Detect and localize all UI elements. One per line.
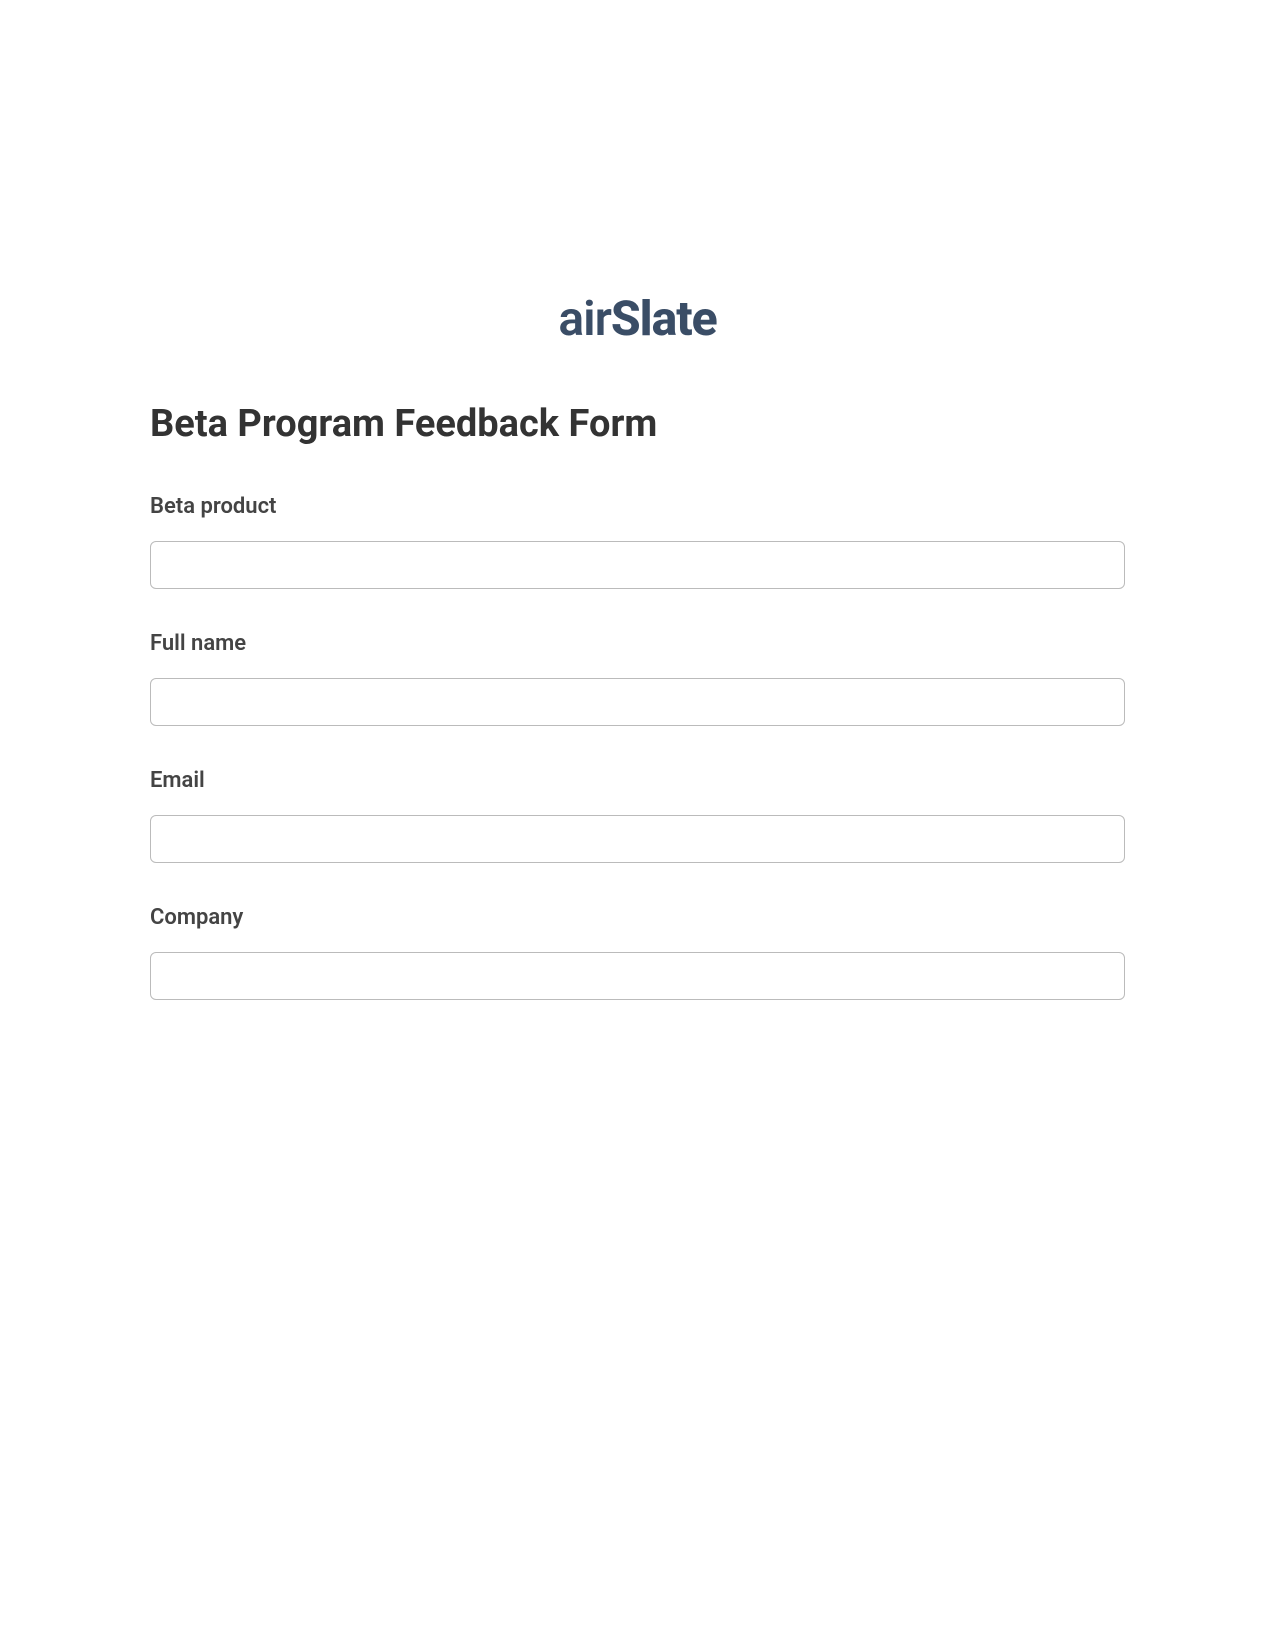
full-name-label: Full name <box>150 631 1125 656</box>
beta-product-input[interactable] <box>150 541 1125 589</box>
full-name-group: Full name <box>150 631 1125 726</box>
company-input[interactable] <box>150 952 1125 1000</box>
logo-text: airSlate <box>558 290 716 347</box>
logo-slate: Slate <box>611 290 717 347</box>
company-group: Company <box>150 905 1125 1000</box>
company-label: Company <box>150 905 1125 930</box>
beta-product-group: Beta product <box>150 494 1125 589</box>
email-label: Email <box>150 768 1125 793</box>
email-input[interactable] <box>150 815 1125 863</box>
email-group: Email <box>150 768 1125 863</box>
full-name-input[interactable] <box>150 678 1125 726</box>
form-title: Beta Program Feedback Form <box>150 402 1125 446</box>
form-container: airSlate Beta Program Feedback Form Beta… <box>0 0 1275 1000</box>
logo-air: air <box>558 290 611 347</box>
logo: airSlate <box>150 290 1125 347</box>
beta-product-label: Beta product <box>150 494 1125 519</box>
